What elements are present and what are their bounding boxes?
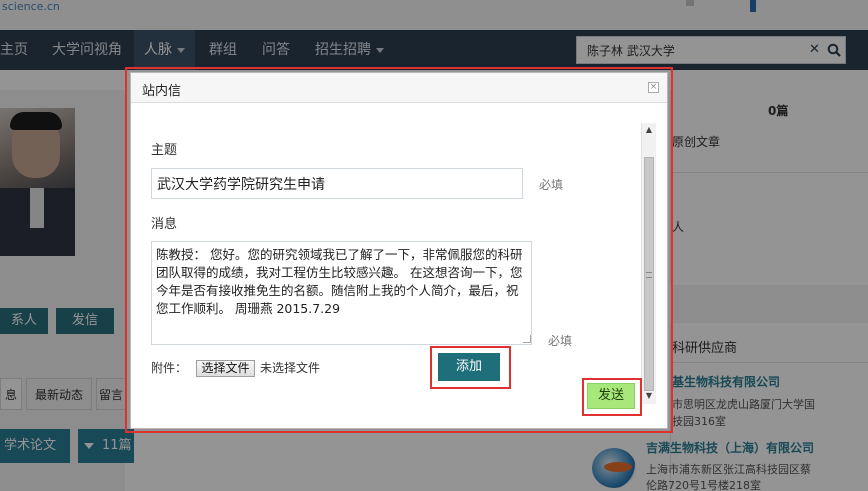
send-button[interactable]: 发送 xyxy=(587,383,635,409)
message-dialog: 站内信 × 主题 必填 消息 陈教授： 您好。您的研究领域我已了解了一下，非常佩… xyxy=(130,72,668,429)
file-status: 未选择文件 xyxy=(260,361,321,375)
add-attachment-button[interactable]: 添加 xyxy=(438,353,500,381)
message-label: 消息 xyxy=(151,217,178,232)
choose-file-button[interactable]: 选择文件 xyxy=(196,360,255,377)
close-icon[interactable]: × xyxy=(648,82,659,93)
dialog-header: 站内信 × xyxy=(131,73,667,103)
subject-label: 主题 xyxy=(151,143,178,158)
scroll-down-icon[interactable]: ▼ xyxy=(642,391,656,401)
scroll-thumb[interactable] xyxy=(644,157,654,391)
scroll-up-icon[interactable]: ▲ xyxy=(642,125,656,135)
grip-icon xyxy=(646,272,652,278)
resize-handle-icon[interactable] xyxy=(523,335,531,343)
subject-input[interactable] xyxy=(151,168,523,199)
dialog-title: 站内信 xyxy=(142,84,182,99)
subject-required-label: 必填 xyxy=(539,178,564,192)
message-required-label: 必填 xyxy=(548,334,573,348)
dialog-scrollbar[interactable]: ▲ ▼ xyxy=(641,123,656,404)
message-textarea[interactable]: 陈教授： 您好。您的研究领域我已了解了一下，非常佩服您的科研团队取得的成绩，我对… xyxy=(151,241,532,345)
attachment-label: 附件： xyxy=(151,361,188,375)
